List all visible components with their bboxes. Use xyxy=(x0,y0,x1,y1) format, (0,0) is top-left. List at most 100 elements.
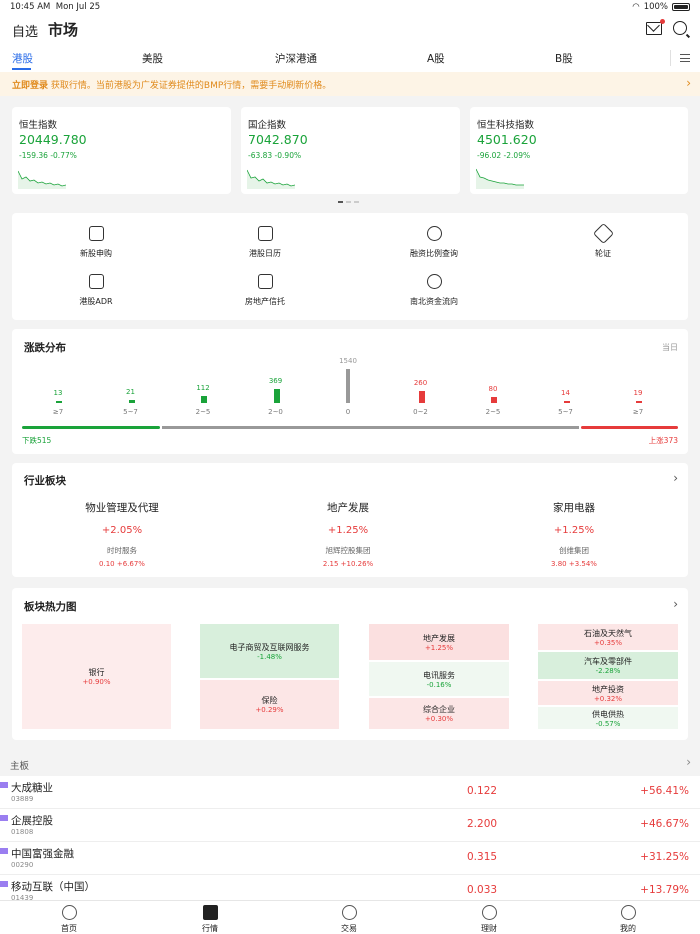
hk-tag-icon xyxy=(0,848,8,854)
heatmap-cell[interactable]: 银行 +0.90% xyxy=(22,624,171,729)
industry-pct: +2.05% xyxy=(101,525,143,536)
sector-pct: -0.16% xyxy=(426,680,452,689)
mail-icon[interactable] xyxy=(646,19,665,35)
distribution-bar xyxy=(636,400,642,403)
industry-name: 物业管理及代理 xyxy=(85,502,159,514)
table-row[interactable]: 大成糖业 03889 0.122 +56.41% xyxy=(0,776,700,809)
index-card-hsi[interactable]: 恒生指数 20449.780 -159.36 -0.77% xyxy=(12,107,231,194)
index-value: 4501.620 xyxy=(477,132,537,147)
distribution-count: 21 xyxy=(126,388,135,397)
industry-title[interactable]: 行业板块 xyxy=(24,473,66,488)
heatmap-cell[interactable]: 电子商贸及互联网服务 -1.48% xyxy=(200,624,339,678)
down-ratio-bar xyxy=(22,426,160,429)
heatmap-cell[interactable]: 保险 +0.29% xyxy=(200,680,339,729)
heatmap-cell[interactable]: 石油及天然气 +0.35% xyxy=(538,624,678,650)
industry-panel: 行业板块 › 物业管理及代理 +2.05% 时时服务 0.10 +6.67% 地… xyxy=(12,463,688,577)
index-sparkline xyxy=(247,169,295,189)
heatmap-cell[interactable]: 地产投资 +0.32% xyxy=(538,681,678,705)
hk-tag-icon xyxy=(0,815,8,821)
nav-wealth[interactable]: 理财 xyxy=(459,905,519,934)
carousel-dots xyxy=(338,201,359,203)
tab-b-share[interactable]: B股 xyxy=(555,51,573,66)
notice-text: 立即登录 获取行情。当前港股为广发证券提供的BMP行情，需要手动刷新价格。 xyxy=(12,81,332,91)
list-menu-icon[interactable] xyxy=(680,54,690,65)
distribution-panel: 涨跌分布 当日 13 ≥7 21 5~7 112 2~5 369 2~0 1540 0 260 0~2… xyxy=(12,329,688,454)
wifi-icon: ◠ xyxy=(632,2,640,12)
tool-label: 轮证 xyxy=(595,249,611,258)
nav-quotes[interactable]: 行情 xyxy=(180,905,240,934)
distribution-range-label: 5~7 xyxy=(123,408,138,416)
heatmap-cell[interactable]: 电讯服务 -0.16% xyxy=(369,662,509,696)
leading-stock: 旭辉控股集团 xyxy=(325,546,371,555)
tab-connect[interactable]: 沪深港通 xyxy=(275,51,317,66)
main-board-header[interactable]: 主板 › xyxy=(0,752,700,776)
sector-pct: +0.35% xyxy=(593,638,623,647)
tab-market[interactable]: 市场 xyxy=(48,19,78,40)
distribution-period[interactable]: 当日 xyxy=(662,342,678,353)
login-link[interactable]: 立即登录 xyxy=(12,81,48,91)
industry-item[interactable]: 地产发展 +1.25% 旭辉控股集团 2.15 +10.26% xyxy=(258,500,438,568)
hk-tag-icon xyxy=(0,881,8,887)
industry-pct: +1.25% xyxy=(553,525,595,536)
chevron-right-icon[interactable]: › xyxy=(673,471,678,485)
industry-name: 家用电器 xyxy=(553,502,595,514)
status-right: ◠ 100% xyxy=(632,2,690,12)
distribution-title: 涨跌分布 xyxy=(24,342,66,354)
stock-change: +46.67% xyxy=(640,818,689,830)
distribution-count: 112 xyxy=(196,383,210,392)
sector-pct: -2.28% xyxy=(595,667,621,675)
main-board-title: 主板 xyxy=(10,761,30,772)
tools-panel: 新股申购 港股日历 融资比例查询 轮证 港股ADR 房地产信托 南北资金流向 xyxy=(12,213,688,320)
chevron-right-icon[interactable]: › xyxy=(673,597,678,611)
bottom-nav: 首页 行情 交易 理财 我的 xyxy=(0,900,700,934)
distribution-count: 19 xyxy=(633,388,643,397)
distribution-bar xyxy=(56,401,62,403)
nav-me[interactable]: 我的 xyxy=(598,905,658,934)
tool-label: 港股日历 xyxy=(249,249,281,258)
tool-warrant[interactable]: 轮证 xyxy=(563,222,643,259)
heatmap-cell[interactable]: 地产发展 +1.25% xyxy=(369,624,509,660)
industry-item[interactable]: 家用电器 +1.25% 创维集团 3.80 +3.54% xyxy=(484,500,664,568)
tool-ipo[interactable]: 新股申购 xyxy=(56,226,136,259)
sector-name: 电子商贸及互联网服务 xyxy=(229,642,310,652)
tab-us[interactable]: 美股 xyxy=(142,51,163,66)
sector-name: 供电供热 xyxy=(592,709,624,719)
capital-flow-icon xyxy=(426,274,442,289)
tool-calendar[interactable]: 港股日历 xyxy=(225,226,305,259)
nav-trade[interactable]: 交易 xyxy=(319,905,379,934)
reit-house-icon xyxy=(257,274,273,289)
index-change: -159.36 -0.77% xyxy=(19,151,77,160)
top-bar: 自选 市场 xyxy=(0,14,700,46)
tool-adr[interactable]: 港股ADR xyxy=(56,274,136,307)
tab-a-share[interactable]: A股 xyxy=(427,51,445,66)
index-card-hscei[interactable]: 国企指数 7042.870 -63.83 -0.90% xyxy=(241,107,460,194)
heatmap-cell[interactable]: 综合企业 +0.30% xyxy=(369,698,509,729)
stock-code: 03889 xyxy=(11,795,34,803)
table-row[interactable]: 中国富强金融 00290 0.315 +31.25% xyxy=(0,842,700,875)
stock-code: 00290 xyxy=(11,861,34,869)
nav-home[interactable]: 首页 xyxy=(39,905,99,934)
tab-watchlist[interactable]: 自选 xyxy=(12,21,38,40)
heatmap-cell[interactable]: 汽车及零部件 -2.28% xyxy=(538,652,678,679)
table-row[interactable]: 企展控股 01808 2.200 +46.67% xyxy=(0,809,700,842)
heatmap-cell[interactable]: 供电供热 -0.57% xyxy=(538,707,678,729)
battery-text: 100% xyxy=(643,2,668,12)
distribution-range-label: 0~2 xyxy=(413,408,428,416)
search-icon[interactable] xyxy=(673,21,687,35)
stock-change: +31.25% xyxy=(640,851,689,863)
index-name: 国企指数 xyxy=(248,120,287,131)
heatmap-title[interactable]: 板块热力图 xyxy=(24,599,77,614)
index-card-hstech[interactable]: 恒生科技指数 4501.620 -96.02 -2.09% xyxy=(470,107,688,194)
index-name: 恒生指数 xyxy=(19,120,58,131)
tool-capital-flow[interactable]: 南北资金流向 xyxy=(394,274,474,307)
tab-hk[interactable]: 港股 xyxy=(12,51,33,66)
industry-item[interactable]: 物业管理及代理 +2.05% 时时服务 0.10 +6.67% xyxy=(32,500,212,568)
nav-label: 首页 xyxy=(61,924,77,933)
tool-reit[interactable]: 房地产信托 xyxy=(225,274,305,307)
stock-price: 0.315 xyxy=(467,851,498,863)
distribution-range-label: 2~0 xyxy=(268,408,283,416)
login-notice[interactable]: 立即登录 获取行情。当前港股为广发证券提供的BMP行情，需要手动刷新价格。 › xyxy=(0,72,700,96)
chart-icon xyxy=(202,905,218,920)
tool-margin-ratio[interactable]: 融资比例查询 xyxy=(394,226,474,259)
active-tab-underline xyxy=(12,68,31,70)
